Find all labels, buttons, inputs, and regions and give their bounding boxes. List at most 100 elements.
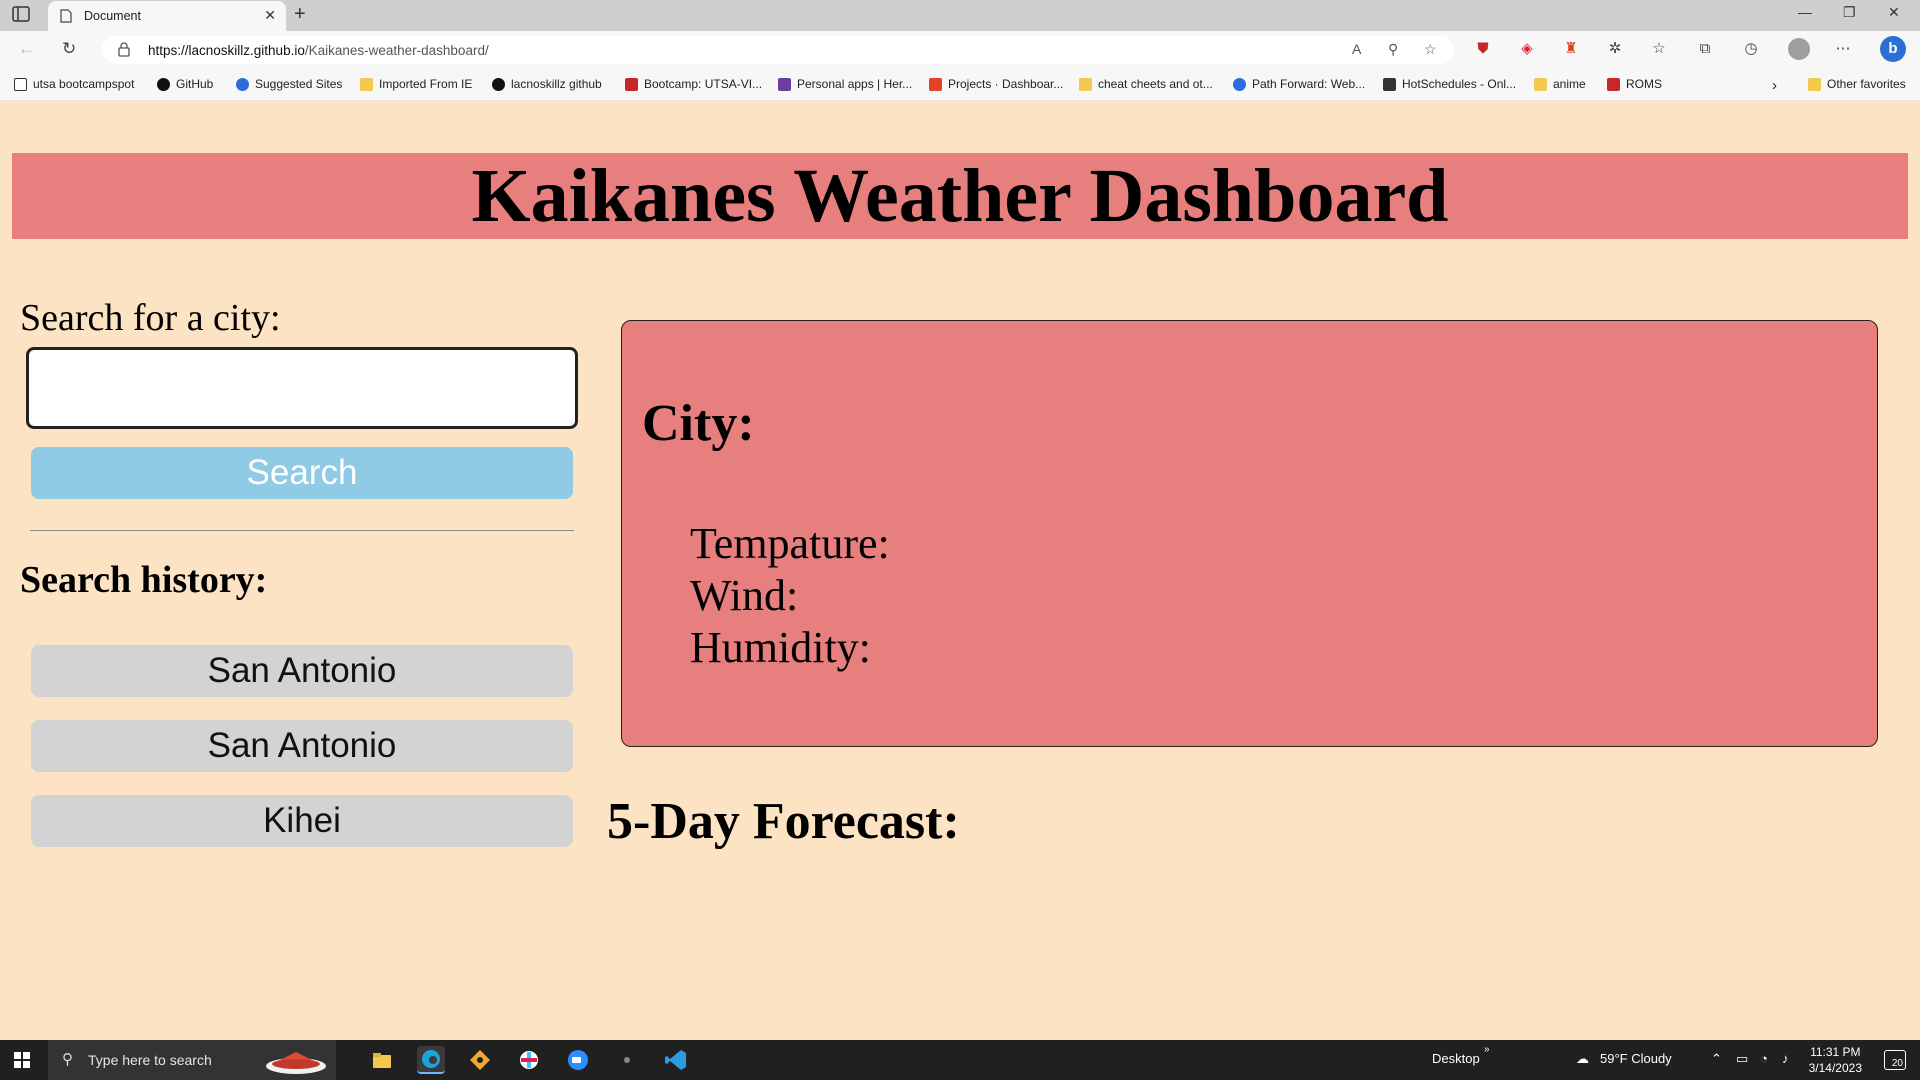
github-icon [157,77,170,91]
slack-icon[interactable] [515,1046,543,1074]
search-button[interactable]: Search [31,447,573,499]
gitlab-icon [929,77,942,91]
github-icon [492,77,505,91]
history-button-san-antonio[interactable]: San Antonio [31,645,573,697]
search-history-title: Search history: [20,559,268,601]
history-button-san-antonio-2[interactable]: San Antonio [31,720,573,772]
background-app-icon[interactable] [613,1046,641,1074]
document-icon [60,9,74,23]
folder-icon [360,77,373,91]
url-path: /Kaikanes-weather-dashboard/ [304,43,489,58]
new-tab-button[interactable]: + [294,3,306,26]
more-menu-icon[interactable]: ⋯ [1834,40,1852,58]
suggested-sites-icon [236,77,249,91]
browser-tab[interactable]: Document ✕ [48,1,286,31]
desktop-toolbar-label[interactable]: Desktop [1432,1051,1480,1066]
profile-avatar-icon[interactable] [1788,38,1810,60]
network-icon[interactable]: ◔ [1760,1051,1768,1066]
folder-icon [1534,77,1547,91]
zoom-icon[interactable]: ⚲ [1388,41,1398,58]
cloud-icon: ☁ [1576,1051,1589,1066]
reddit-icon [1607,77,1620,91]
clock-time: 11:31 PM [1810,1045,1861,1059]
temperature-label: Tempature: [690,519,890,568]
page-header: Kaikanes Weather Dashboard [12,153,1908,239]
clock-date: 3/14/2023 [1808,1061,1862,1075]
search-icon: ⚲ [62,1051,73,1068]
heroku-icon [778,77,791,91]
bookmarks-bar: utsa bootcampspot GitHub Suggested Sites… [0,69,1920,101]
bookmark-cheat-sheets[interactable]: cheat cheets and ot... [1079,77,1213,91]
close-window-icon[interactable]: ✕ [1888,4,1900,21]
restore-icon[interactable]: ❐ [1843,4,1856,21]
bookmark-path-forward[interactable]: Path Forward: Web... [1233,77,1365,91]
bookmark-utsa[interactable]: utsa bootcampspot [14,77,134,91]
toolbar-expand-chevron-icon[interactable]: » [1484,1044,1490,1055]
bookmark-bootcamp[interactable]: Bootcamp: UTSA-VI... [625,77,762,91]
bookmark-projects-dashboard[interactable]: Projects · Dashboar... [929,77,1063,91]
volume-icon[interactable]: ♪ [1782,1051,1789,1066]
folder-icon [1808,77,1821,91]
browser-tab-bar: Document ✕ + — ❐ ✕ [0,0,1920,31]
divider [30,530,574,531]
bookmark-lacnoskillz-github[interactable]: lacnoskillz github [492,77,602,91]
bookmark-github[interactable]: GitHub [157,77,213,91]
lock-icon[interactable] [118,42,132,58]
minimize-icon[interactable]: — [1798,4,1812,20]
folder-icon [1079,77,1092,91]
git-app-icon[interactable] [466,1046,494,1074]
url-host: https://lacnoskillz.github.io [148,43,305,58]
meet-now-icon[interactable]: ▭ [1736,1051,1748,1067]
bookmark-roms[interactable]: ROMS [1607,77,1662,91]
taskbar-search-box[interactable]: ⚲ Type here to search [48,1040,336,1080]
bookmark-suggested-sites[interactable]: Suggested Sites [236,77,342,91]
bookmark-other-favorites[interactable]: Other favorites [1808,77,1906,91]
file-explorer-icon[interactable] [368,1046,396,1074]
collections-icon[interactable]: ⧉ [1696,40,1714,58]
read-aloud-icon[interactable]: A [1352,41,1361,57]
bookmarks-overflow-chevron-icon[interactable]: › [1772,77,1777,94]
address-toolbar: ← ↻ https://lacnoskillz.github.io/Kaikan… [0,31,1920,69]
history-button-kihei[interactable]: Kihei [31,795,573,847]
city-search-input[interactable] [26,347,578,429]
tab-title: Document [84,9,141,23]
system-clock[interactable]: 11:31 PM 3/14/2023 [1809,1044,1862,1076]
bing-icon[interactable]: b [1880,36,1906,62]
zoom-app-icon[interactable] [564,1046,592,1074]
favorites-icon[interactable]: ☆ [1650,40,1668,58]
forecast-title: 5-Day Forecast: [607,793,960,850]
tab-actions-icon[interactable] [12,6,34,26]
refresh-icon[interactable]: ↻ [62,39,76,59]
bookmark-anime[interactable]: anime [1534,77,1586,91]
url-text: https://lacnoskillz.github.io/Kaikanes-w… [148,43,489,58]
history-icon[interactable]: ◷ [1742,40,1760,58]
windows-taskbar: ⚲ Type here to search Desktop » ☁ 59°F C… [0,1040,1920,1080]
vscode-icon[interactable] [662,1046,690,1074]
hotschedules-icon [1383,77,1396,91]
search-highlight-icon [264,1046,328,1076]
address-bar[interactable]: https://lacnoskillz.github.io/Kaikanes-w… [102,36,1454,64]
tray-chevron-up-icon[interactable]: ⌃ [1711,1051,1722,1067]
bookmark-personal-apps[interactable]: Personal apps | Her... [778,77,912,91]
shield-extension-icon[interactable]: ⛊ [1474,40,1492,58]
bookmark-hotschedules[interactable]: HotSchedules - Onl... [1383,77,1516,91]
current-weather-card: City: Tempature: Wind: Humidity: [621,320,1878,747]
search-label: Search for a city: [20,297,281,339]
extension-icon[interactable]: ◈ [1518,40,1536,58]
edge-browser-icon[interactable] [417,1046,445,1074]
bookmark-imported-from-ie[interactable]: Imported From IE [360,77,472,91]
extension-flame-icon[interactable]: ♜ [1562,40,1580,58]
back-icon[interactable]: ← [18,39,35,59]
notification-center-icon[interactable]: 20 [1884,1050,1906,1070]
windows-start-icon[interactable] [14,1052,30,1068]
bookmark-page-icon [14,77,27,91]
humidity-label: Humidity: [690,623,871,672]
utsa-icon [625,77,638,91]
extensions-icon[interactable]: ✲ [1606,40,1624,58]
taskbar-search-placeholder: Type here to search [88,1052,212,1068]
weather-widget[interactable]: 59°F Cloudy [1600,1051,1672,1066]
path-forward-icon [1233,77,1246,91]
add-favorite-icon[interactable]: ☆ [1424,41,1437,58]
city-heading: City: [642,395,755,452]
close-tab-icon[interactable]: ✕ [264,7,276,24]
